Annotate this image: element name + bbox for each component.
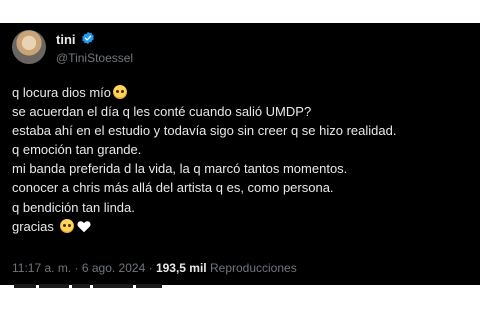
tweet-line: se acuerdan el día q les conté cuando sa… <box>12 104 312 120</box>
tweet-text: q locura dios mío se acuerdan el día q l… <box>12 83 396 236</box>
tweet-line-text: q locura dios mío <box>12 85 111 100</box>
author-handle[interactable]: @TiniStoessel <box>56 51 133 65</box>
pleading-face-emoji-icon <box>113 85 127 99</box>
tweet-card: tini @TiniStoessel q locura dios mío se … <box>0 23 480 285</box>
tweet-line: q emoción tan grande. <box>12 142 142 158</box>
cropped-text-fragment <box>14 284 174 288</box>
tweet-line: q bendición tan linda. <box>12 199 135 215</box>
white-heart-emoji-icon <box>77 220 91 232</box>
tweet-line-text: gracias <box>12 218 54 234</box>
tweet-line: conocer a chris más allá del artista q e… <box>12 180 334 196</box>
meta-separator: · <box>74 261 79 275</box>
pleading-face-emoji-icon <box>59 218 74 233</box>
author-name[interactable]: tini <box>56 32 76 47</box>
views-label: Reproducciones <box>209 261 297 275</box>
tweet-line: q locura dios mío <box>12 83 396 102</box>
meta-separator: · <box>148 261 153 275</box>
tweet-line: estaba ahí en el estudio y todavía sigo … <box>12 123 397 139</box>
tweet-date[interactable]: 6 ago. 2024 <box>82 261 145 275</box>
tweet-meta: 11:17 a. m. · 6 ago. 2024 · 193,5 mil Re… <box>12 261 297 275</box>
tweet-line: gracias <box>12 217 396 236</box>
verified-badge-icon <box>82 31 94 45</box>
tweet-time[interactable]: 11:17 a. m. <box>12 261 71 275</box>
tweet-line: mi banda preferida d la vida, la q marcó… <box>12 161 348 177</box>
views-count: 193,5 mil <box>155 261 207 275</box>
avatar[interactable] <box>12 30 46 64</box>
